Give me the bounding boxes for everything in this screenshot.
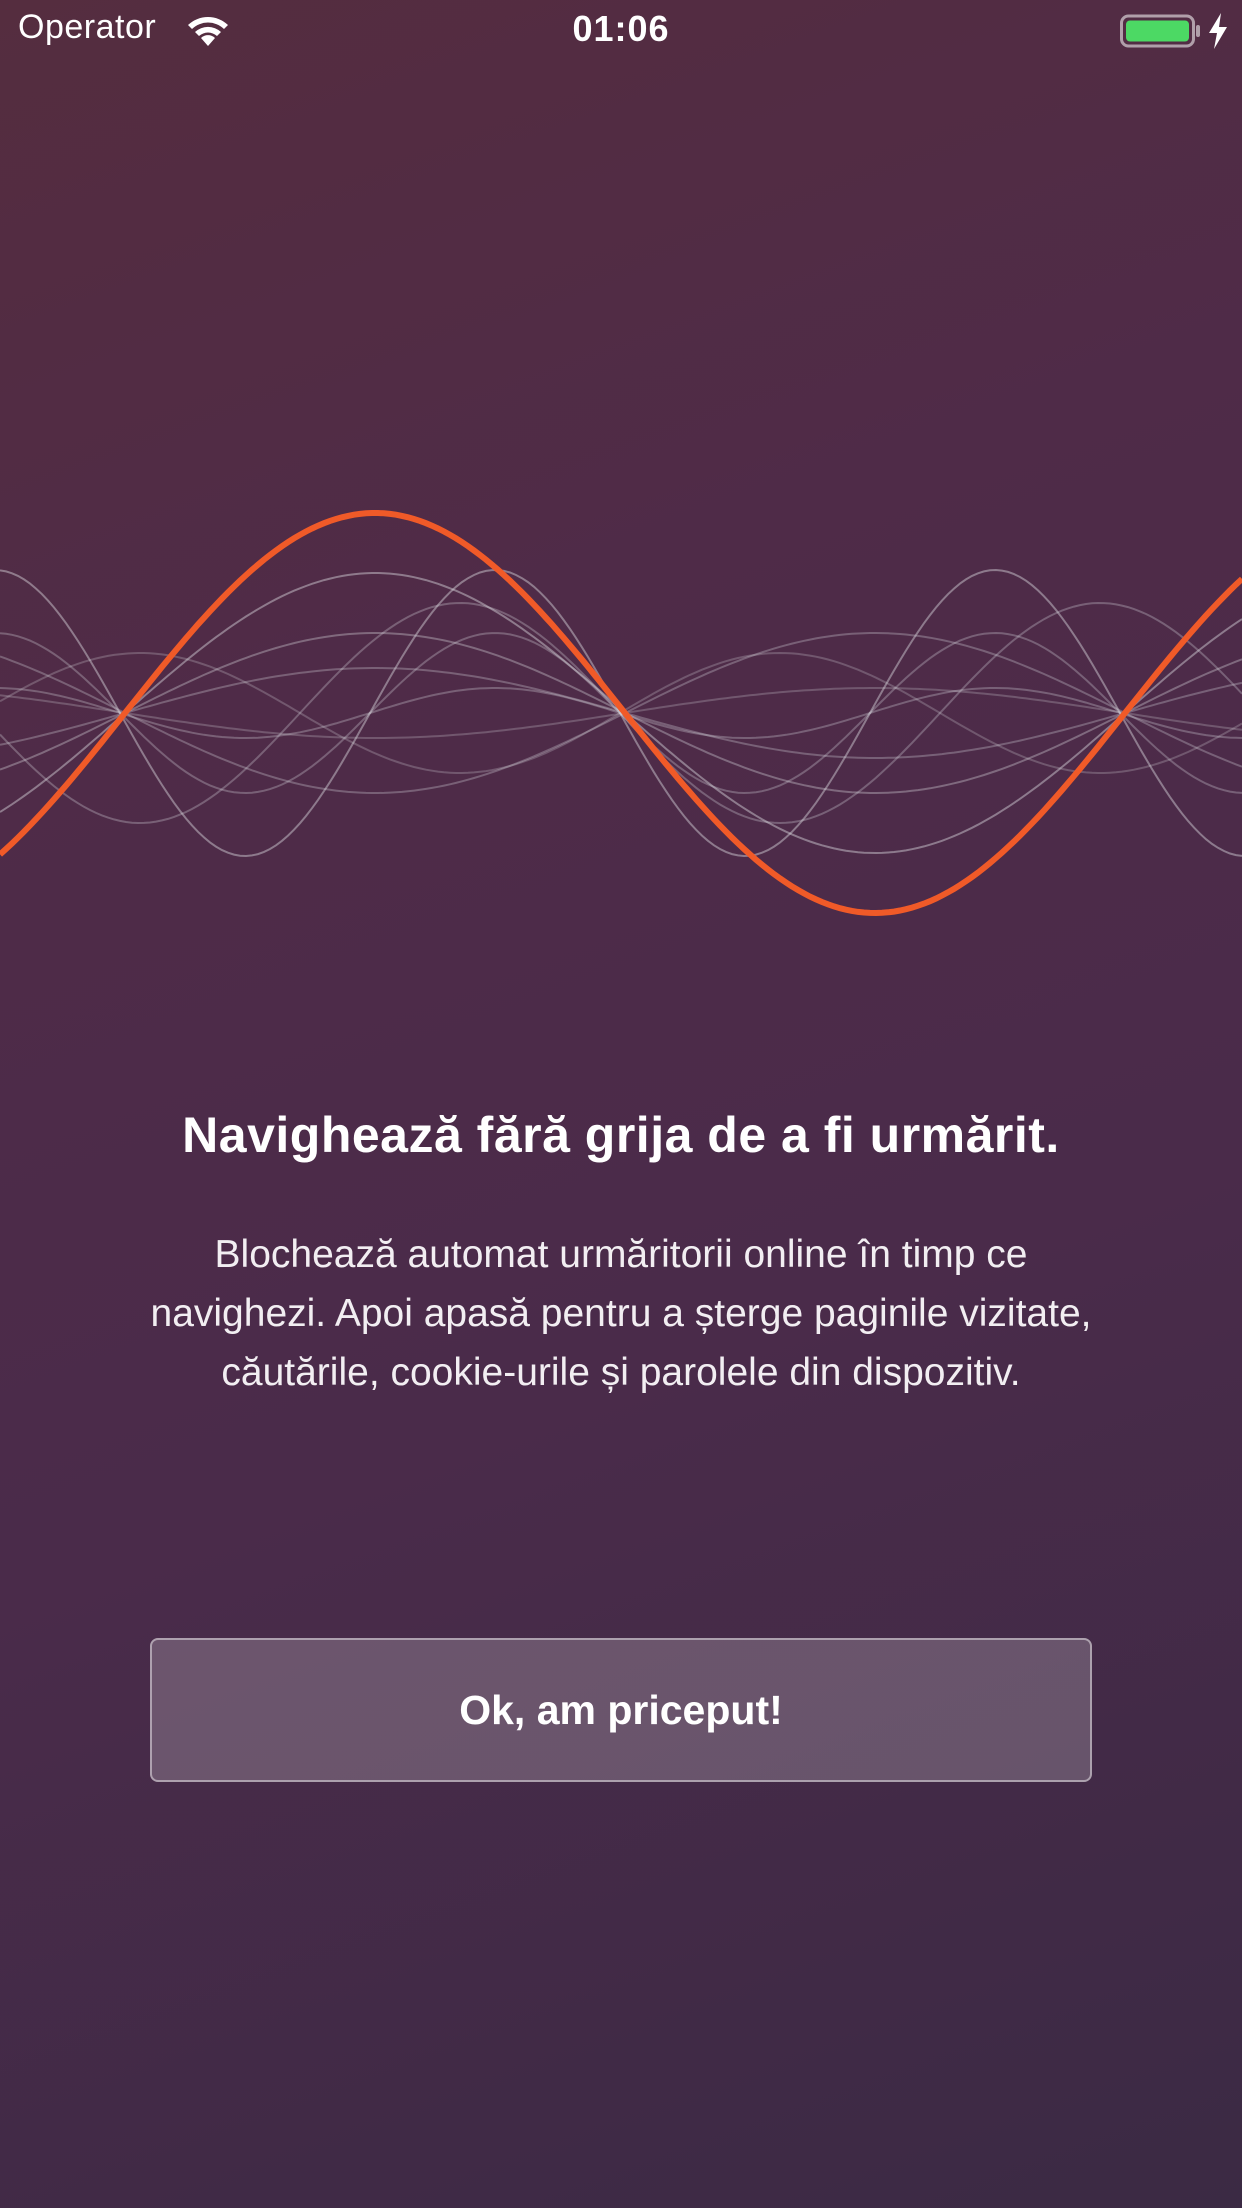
sound-wave-graphic [0, 510, 1242, 917]
status-bar: Operator 01:06 [0, 0, 1242, 62]
onboarding-title: Navighează fără grija de a fi urmărit. [182, 1107, 1060, 1163]
battery-icon [1120, 14, 1200, 48]
onboarding-description: Blochează automat urmăritorii online în … [150, 1233, 1092, 1394]
got-it-button[interactable]: Ok, am priceput! [150, 1638, 1092, 1782]
wave-line-10 [0, 651, 1242, 774]
status-clock: 01:06 [572, 8, 670, 49]
charging-bolt-icon [1209, 13, 1227, 49]
